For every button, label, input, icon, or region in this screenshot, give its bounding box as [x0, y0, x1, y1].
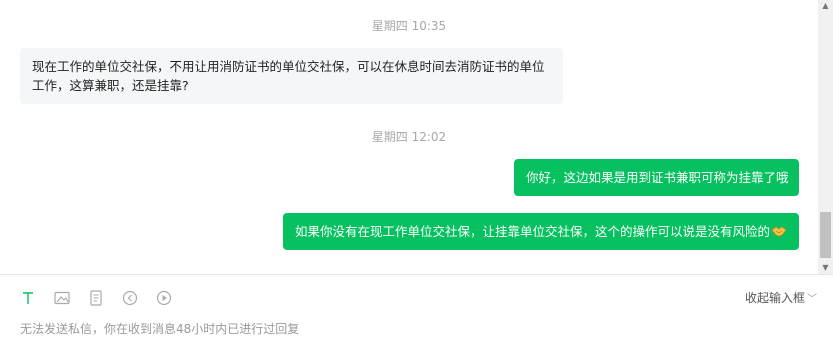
document-icon[interactable] — [86, 288, 106, 308]
scrollbar-thumb[interactable] — [820, 212, 831, 258]
message-text-line: 工作，这算兼职，还是挂靠? — [32, 78, 189, 93]
incoming-message-bubble: 现在工作的单位交社保，不用让用消防证书的单位交社保，可以在休息时间去消防证书的单… — [20, 48, 563, 104]
cannot-send-notice: 无法发送私信，你在收到消息48小时内已进行过回复 — [20, 322, 300, 336]
chat-history: 星期四 10:35 现在工作的单位交社保，不用让用消防证书的单位交社保，可以在休… — [0, 0, 818, 274]
video-icon[interactable] — [154, 288, 174, 308]
collapse-input-button[interactable]: 收起输入框 ﹀ — [745, 289, 817, 306]
collapse-input-label: 收起输入框 — [744, 291, 805, 305]
audio-icon[interactable] — [120, 288, 140, 308]
chat-scrollbar[interactable]: ▲ ▼ — [818, 0, 833, 274]
scroll-up-arrow-icon[interactable]: ▲ — [818, 0, 833, 12]
outgoing-message-bubble: 如果你没有在现工作单位交社保，让挂靠单位交社保，这个的操作可以说是没有风险的 — [283, 213, 799, 250]
message-text: 如果你没有在现工作单位交社保，让挂靠单位交社保，这个的操作可以说是没有风险的 — [295, 224, 771, 239]
message-text: 你好，这边如果是用到证书兼职可称为挂靠了哦 — [526, 170, 789, 185]
composer-divider — [0, 274, 833, 275]
chevron-down-icon: ﹀ — [807, 294, 817, 305]
composer-toolbar — [18, 288, 174, 308]
handshake-emoji-icon — [771, 224, 787, 238]
text-icon[interactable] — [18, 288, 38, 308]
image-icon[interactable] — [52, 288, 72, 308]
message-text-line: 现在工作的单位交社保，不用让用消防证书的单位交社保，可以在休息时间去消防证书的单… — [32, 59, 545, 74]
timestamp: 星期四 10:35 — [371, 19, 447, 33]
scroll-down-arrow-icon[interactable]: ▼ — [818, 262, 833, 274]
timestamp: 星期四 12:02 — [371, 130, 447, 144]
outgoing-message-bubble: 你好，这边如果是用到证书兼职可称为挂靠了哦 — [514, 159, 799, 196]
